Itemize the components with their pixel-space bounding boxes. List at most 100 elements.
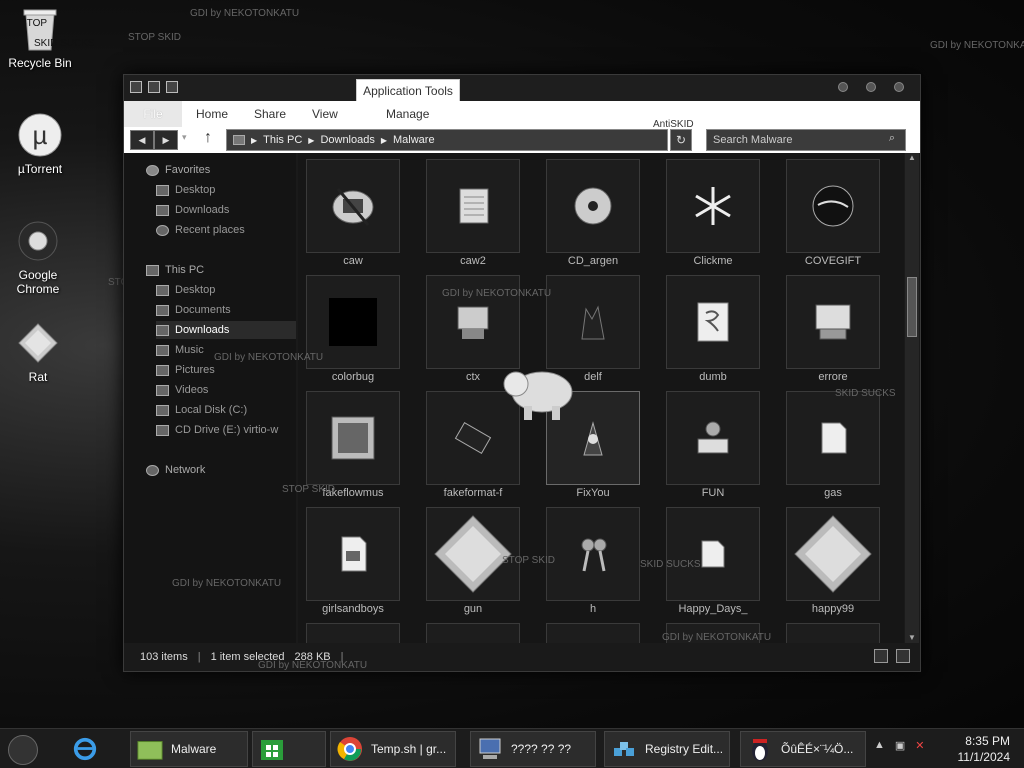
taskbar-item-app[interactable]: ???? ?? ??	[470, 731, 596, 767]
file-item[interactable]: h	[546, 507, 640, 617]
network-icon[interactable]: ▣	[895, 739, 905, 752]
network-icon	[146, 464, 159, 476]
nav-item-local-disk[interactable]: Local Disk (C:)	[156, 401, 296, 419]
file-item[interactable]: errore	[786, 275, 880, 385]
overlay-text: GDI by NEKOTONKATU	[930, 40, 1024, 51]
file-item[interactable]: Clickme	[666, 159, 760, 269]
clock[interactable]: 8:35 PM 11/1/2024	[958, 733, 1011, 765]
rat-icon	[15, 320, 61, 366]
nav-item-desktop[interactable]: Desktop	[156, 181, 296, 199]
status-separator: |	[197, 651, 201, 663]
breadcrumb-downloads[interactable]: Downloads	[320, 134, 374, 146]
start-button[interactable]	[8, 735, 38, 765]
penguin-icon	[747, 736, 773, 762]
taskbar-item-store[interactable]	[252, 731, 326, 767]
nav-this-pc[interactable]: This PC	[146, 261, 286, 279]
properties-icon[interactable]	[148, 81, 160, 93]
file-item[interactable]	[306, 623, 400, 645]
taskbar-item-malware[interactable]: Malware	[130, 731, 248, 767]
forward-button[interactable]: ▶	[154, 130, 178, 150]
pictures-icon	[156, 364, 169, 376]
nav-item-desktop[interactable]: Desktop	[156, 281, 296, 299]
search-icon[interactable]: ⌕	[882, 132, 902, 148]
nav-item-documents[interactable]: Documents	[156, 301, 296, 319]
back-button[interactable]: ◀	[130, 130, 154, 150]
nav-favorites[interactable]: Favorites	[146, 161, 286, 179]
polar-bear-icon	[503, 371, 573, 420]
tab-view[interactable]: View	[312, 101, 338, 127]
new-folder-icon[interactable]	[166, 81, 178, 93]
file-item[interactable]: caw2	[426, 159, 520, 269]
chip-icon	[454, 422, 492, 454]
breadcrumb-this-pc[interactable]: This PC	[263, 134, 302, 146]
details-view-icon[interactable]	[874, 649, 888, 663]
folder-icon[interactable]	[130, 81, 142, 93]
file-item[interactable]: COVEGIFT	[786, 159, 880, 269]
show-hidden-icons-icon[interactable]: ▲	[874, 739, 885, 752]
desktop-icon-recycle-bin[interactable]: Recycle Bin	[2, 6, 78, 70]
file-item[interactable]	[786, 623, 880, 645]
file-item[interactable]	[546, 623, 640, 645]
volume-muted-icon[interactable]: ✕	[915, 739, 924, 752]
desktop-icon-utorrent[interactable]: µ µTorrent	[2, 112, 78, 176]
minimize-button[interactable]	[838, 82, 848, 92]
file-item[interactable]: colorbug	[306, 275, 400, 385]
refresh-button[interactable]: ↻	[670, 129, 692, 151]
file-item[interactable]: gun	[426, 507, 520, 617]
file-item[interactable]: Happy_Days_	[666, 507, 760, 617]
file-name: FUN	[701, 487, 725, 499]
taskbar-label: Registry Edit...	[645, 742, 724, 756]
nav-item-pictures[interactable]: Pictures	[156, 361, 296, 379]
cocacola-logo-icon	[812, 185, 854, 227]
tab-home[interactable]: Home	[196, 101, 228, 127]
star-icon	[146, 164, 159, 176]
taskbar-item-chrome[interactable]: Temp.sh | gr...	[330, 731, 456, 767]
nav-item-videos[interactable]: Videos	[156, 381, 296, 399]
file-item[interactable]: girlsandboys	[306, 507, 400, 617]
nav-item-music[interactable]: Music	[156, 341, 296, 359]
file-item[interactable]	[426, 623, 520, 645]
chrome-icon	[15, 218, 61, 264]
computer-icon	[815, 304, 851, 340]
nav-item-recent-places[interactable]: Recent places	[156, 221, 296, 239]
tab-application-tools[interactable]: Application Tools	[356, 79, 460, 101]
address-bar[interactable]: ▶ This PC ▶ Downloads ▶ Malware	[226, 129, 668, 151]
file-item[interactable]: happy99	[786, 507, 880, 617]
desktop-icon-rat[interactable]: Rat	[0, 320, 76, 384]
file-grid[interactable]: caw caw2 CD_argen Clickme COVEGIFT color…	[298, 153, 904, 645]
search-input[interactable]: Search Malware	[706, 129, 906, 151]
desktop-icon-chrome[interactable]: Google Chrome	[0, 218, 76, 296]
nav-item-downloads-selected[interactable]: Downloads	[156, 321, 296, 339]
nav-label: Pictures	[175, 364, 215, 376]
taskbar-item[interactable]	[66, 731, 118, 767]
nav-label: Videos	[175, 384, 209, 396]
maximize-button[interactable]	[866, 82, 876, 92]
title-bar[interactable]: Application Tools	[124, 75, 920, 101]
tab-share[interactable]: Share	[254, 101, 286, 127]
close-button[interactable]	[894, 82, 904, 92]
vertical-scrollbar[interactable]: ▲ ▼	[905, 153, 919, 645]
nav-item-downloads[interactable]: Downloads	[156, 201, 296, 219]
tab-file[interactable]: File	[124, 101, 182, 127]
desktop-icon-label: Recycle Bin	[8, 56, 72, 70]
up-arrow-icon[interactable]: ↑	[204, 129, 212, 147]
tab-manage[interactable]: Manage	[386, 101, 429, 127]
taskbar-item-registry-editor[interactable]: Registry Edit...	[604, 731, 730, 767]
nav-network[interactable]: Network	[146, 461, 286, 479]
file-item[interactable]	[666, 623, 760, 645]
file-item[interactable]: FUN	[666, 391, 760, 501]
nav-label: This PC	[165, 264, 205, 276]
scroll-up-icon[interactable]: ▲	[906, 153, 918, 165]
nav-item-cd-drive[interactable]: CD Drive (E:) virtio-w	[156, 421, 296, 439]
file-item[interactable]: gas	[786, 391, 880, 501]
file-item[interactable]: caw	[306, 159, 400, 269]
scroll-thumb[interactable]	[907, 277, 917, 337]
taskbar-item-penguin[interactable]: ÕûÊÉ×¨¼Ö...	[740, 731, 866, 767]
file-item[interactable]: CD_argen	[546, 159, 640, 269]
file-item[interactable]: dumb	[666, 275, 760, 385]
file-item[interactable]: fakeflowmus	[306, 391, 400, 501]
large-icons-view-icon[interactable]	[896, 649, 910, 663]
file-name: gas	[824, 487, 842, 499]
breadcrumb-malware[interactable]: Malware	[393, 134, 435, 146]
recent-locations-icon[interactable]: ▾	[182, 132, 187, 143]
